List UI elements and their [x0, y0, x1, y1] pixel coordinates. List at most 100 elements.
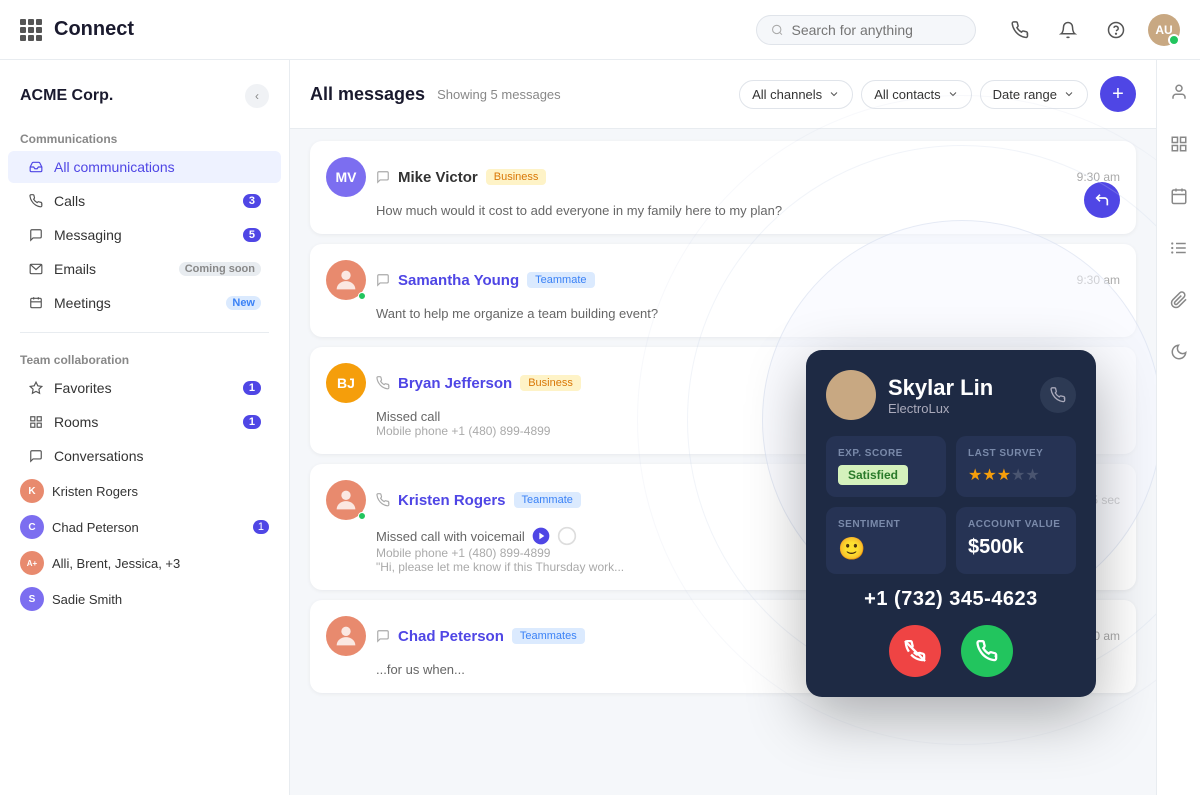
- sidebar-collapse-btn[interactable]: ‹: [245, 84, 269, 108]
- team-member-sadie[interactable]: S Sadie Smith: [0, 581, 289, 617]
- rooms-label: Rooms: [54, 414, 233, 430]
- calls-label: Calls: [54, 193, 233, 209]
- team-member-chad[interactable]: C Chad Peterson 1: [0, 509, 289, 545]
- filter-label: All channels: [752, 87, 822, 102]
- exp-score-label: EXP. SCORE: [838, 448, 934, 459]
- rp-contacts-icon[interactable]: [1163, 76, 1195, 108]
- email-icon: [28, 261, 44, 277]
- samantha-name: Samantha Young: [398, 272, 519, 289]
- chevron-down-icon3: [1063, 88, 1075, 100]
- play-icon[interactable]: [531, 526, 551, 546]
- exp-score-box: EXP. SCORE Satisfied: [826, 436, 946, 497]
- calls-badge: 3: [243, 194, 261, 208]
- kristen-label: Kristen Rogers: [52, 484, 269, 499]
- reply-button-mike[interactable]: [1084, 182, 1120, 218]
- chad-avatar: C: [20, 515, 44, 539]
- conversations-icon: [28, 448, 44, 464]
- search-input[interactable]: [791, 22, 961, 38]
- content-title: All messages: [310, 84, 425, 105]
- account-value-label: ACCOUNT VALUE: [968, 519, 1064, 530]
- phone-nav-icon[interactable]: [1004, 14, 1036, 46]
- chat-msg-icon3: [376, 629, 390, 643]
- bell-nav-icon[interactable]: [1052, 14, 1084, 46]
- kristen-msg-avatar: [326, 480, 366, 520]
- samantha-avatar: [326, 260, 366, 300]
- bryan-avatar: BJ: [326, 363, 366, 403]
- help-nav-icon[interactable]: [1100, 14, 1132, 46]
- phone-msg-icon2: [376, 493, 390, 507]
- account-value-box: ACCOUNT VALUE $500k: [956, 507, 1076, 574]
- rp-moon-icon[interactable]: [1163, 336, 1195, 368]
- chad-msg-tag: Teammates: [512, 628, 585, 644]
- meetings-badge: New: [226, 296, 261, 310]
- sidebar-item-favorites[interactable]: Favorites 1: [8, 372, 281, 404]
- message-card-samantha[interactable]: Samantha Young Teammate 9:30 am Want to …: [310, 244, 1136, 337]
- rp-list-icon[interactable]: [1163, 232, 1195, 264]
- content-subtitle: Showing 5 messages: [437, 87, 561, 102]
- rp-calendar-icon[interactable]: [1163, 180, 1195, 212]
- sidebar-item-rooms[interactable]: Rooms 1: [8, 406, 281, 438]
- mike-victor-avatar: MV: [326, 157, 366, 197]
- bryan-tag: Business: [520, 375, 581, 391]
- rp-clip-icon[interactable]: [1163, 284, 1195, 316]
- kristen-msg-name: Kristen Rogers: [398, 492, 506, 509]
- call-phone-icon[interactable]: [1040, 377, 1076, 413]
- sidebar-item-meetings[interactable]: Meetings New: [8, 287, 281, 319]
- message-card-mike-victor[interactable]: MV Mike Victor Business 9:30 am How much…: [310, 141, 1136, 234]
- all-channels-filter[interactable]: All channels: [739, 80, 853, 109]
- call-card: Skylar Lin ElectroLux EXP. SCORE Satisfi…: [806, 350, 1096, 697]
- chad-badge: 1: [253, 520, 269, 534]
- sidebar-item-all-comms[interactable]: All communications: [8, 151, 281, 183]
- samantha-time: 9:30 am: [1077, 273, 1120, 287]
- rp-grid-icon[interactable]: [1163, 128, 1195, 160]
- search-bar[interactable]: [756, 15, 976, 45]
- rooms-icon: [28, 414, 44, 430]
- conversations-label: Conversations: [54, 448, 261, 464]
- sadie-label: Sadie Smith: [52, 592, 269, 607]
- org-name: ACME Corp.: [20, 87, 113, 105]
- last-survey-box: LAST SURVEY ★★★★★: [956, 436, 1076, 497]
- messaging-badge: 5: [243, 228, 261, 242]
- emails-label: Emails: [54, 261, 169, 277]
- phone-msg-icon: [376, 376, 390, 390]
- sidebar-item-conversations[interactable]: Conversations: [8, 440, 281, 472]
- emails-badge: Coming soon: [179, 262, 261, 276]
- sidebar-item-label: All communications: [54, 159, 261, 175]
- right-panel: [1156, 60, 1200, 795]
- last-survey-label: LAST SURVEY: [968, 448, 1064, 459]
- add-message-button[interactable]: +: [1100, 76, 1136, 112]
- team-member-kristen[interactable]: K Kristen Rogers: [0, 473, 289, 509]
- sadie-avatar: S: [20, 587, 44, 611]
- nav-grid-icon: [20, 19, 42, 41]
- sidebar-item-messaging[interactable]: Messaging 5: [8, 219, 281, 251]
- accept-call-button[interactable]: [961, 625, 1013, 677]
- chevron-down-icon2: [947, 88, 959, 100]
- meetings-label: Meetings: [54, 295, 216, 311]
- group-label: Alli, Brent, Jessica, +3: [52, 556, 269, 571]
- team-member-group[interactable]: A+ Alli, Brent, Jessica, +3: [0, 545, 289, 581]
- inbox-icon: [28, 159, 44, 175]
- sentiment-emoji: 🙂: [838, 536, 865, 561]
- pause-icon: [557, 526, 577, 546]
- favorites-badge: 1: [243, 381, 261, 395]
- rooms-badge: 1: [243, 415, 261, 429]
- samantha-body: Want to help me organize a team building…: [326, 306, 1120, 321]
- exp-score-value: Satisfied: [838, 465, 908, 485]
- sidebar: ACME Corp. ‹ Communications All communic…: [0, 60, 290, 795]
- date-filter-label: Date range: [993, 87, 1057, 102]
- call-company: ElectroLux: [888, 401, 993, 416]
- chevron-down-icon: [828, 88, 840, 100]
- all-contacts-filter[interactable]: All contacts: [861, 80, 971, 109]
- date-range-filter[interactable]: Date range: [980, 80, 1088, 109]
- chad-msg-name: Chad Peterson: [398, 628, 504, 645]
- samantha-tag: Teammate: [527, 272, 594, 288]
- top-nav: Connect AU: [0, 0, 1200, 60]
- sidebar-item-emails[interactable]: Emails Coming soon: [8, 253, 281, 285]
- sidebar-item-calls[interactable]: Calls 3: [8, 185, 281, 217]
- star-icon: [28, 380, 44, 396]
- account-value: $500k: [968, 536, 1024, 558]
- user-avatar[interactable]: AU: [1148, 14, 1180, 46]
- favorites-label: Favorites: [54, 380, 233, 396]
- decline-call-button[interactable]: [889, 625, 941, 677]
- chad-label: Chad Peterson: [52, 520, 245, 535]
